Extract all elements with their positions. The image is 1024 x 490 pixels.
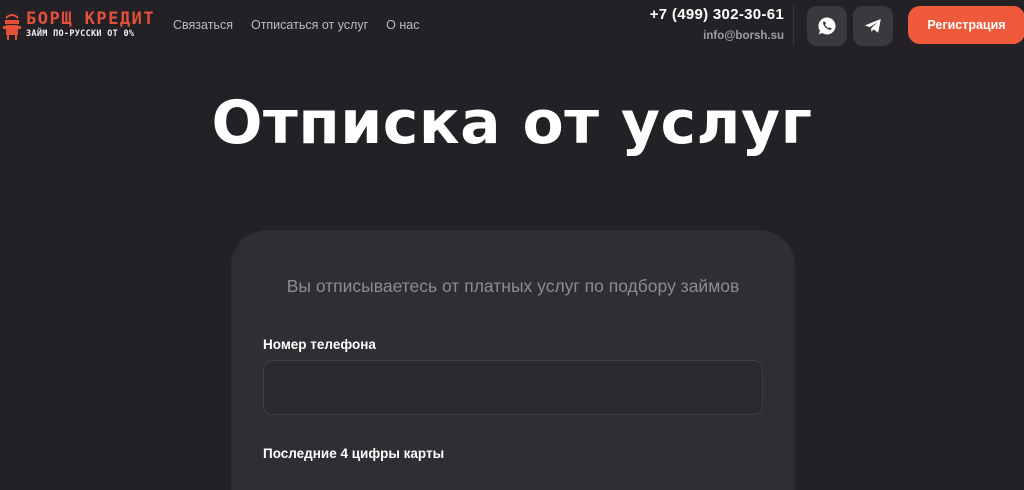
page-title: Отписка от услуг [211,88,813,158]
contact-info: +7 (499) 302-30-61 info@borsh.su [650,6,784,42]
card-digits-label: Последние 4 цифры карты [263,446,445,461]
unsubscribe-form-card: Вы отписываетесь от платных услуг по под… [231,230,795,490]
register-button[interactable]: Регистрация [908,6,1024,44]
phone-field-label: Номер телефона [263,337,376,352]
brand-logo[interactable]: БОРЩ КРЕДИТ ЗАЙМ ПО-РУССКИ ОТ 0% [0,8,160,42]
pot-icon [3,14,21,40]
email-link[interactable]: info@borsh.su [650,30,784,42]
nav-unsubscribe[interactable]: Отписаться от услуг [251,18,368,32]
whatsapp-button[interactable] [807,6,847,46]
phone-input[interactable] [263,360,763,415]
site-header: БОРЩ КРЕДИТ ЗАЙМ ПО-РУССКИ ОТ 0% Связать… [0,0,1024,52]
telegram-icon [865,19,881,33]
brand-name: БОРЩ КРЕДИТ [26,9,156,29]
nav-contact[interactable]: Связаться [173,18,233,32]
main-nav: Связаться Отписаться от услуг О нас [173,18,419,32]
nav-about[interactable]: О нас [386,18,419,32]
whatsapp-icon [818,17,836,35]
header-divider [793,6,794,46]
brand-tagline: ЗАЙМ ПО-РУССКИ ОТ 0% [26,29,135,39]
phone-link[interactable]: +7 (499) 302-30-61 [650,6,784,23]
form-subtitle: Вы отписываетесь от платных услуг по под… [286,276,740,296]
telegram-button[interactable] [853,6,893,46]
